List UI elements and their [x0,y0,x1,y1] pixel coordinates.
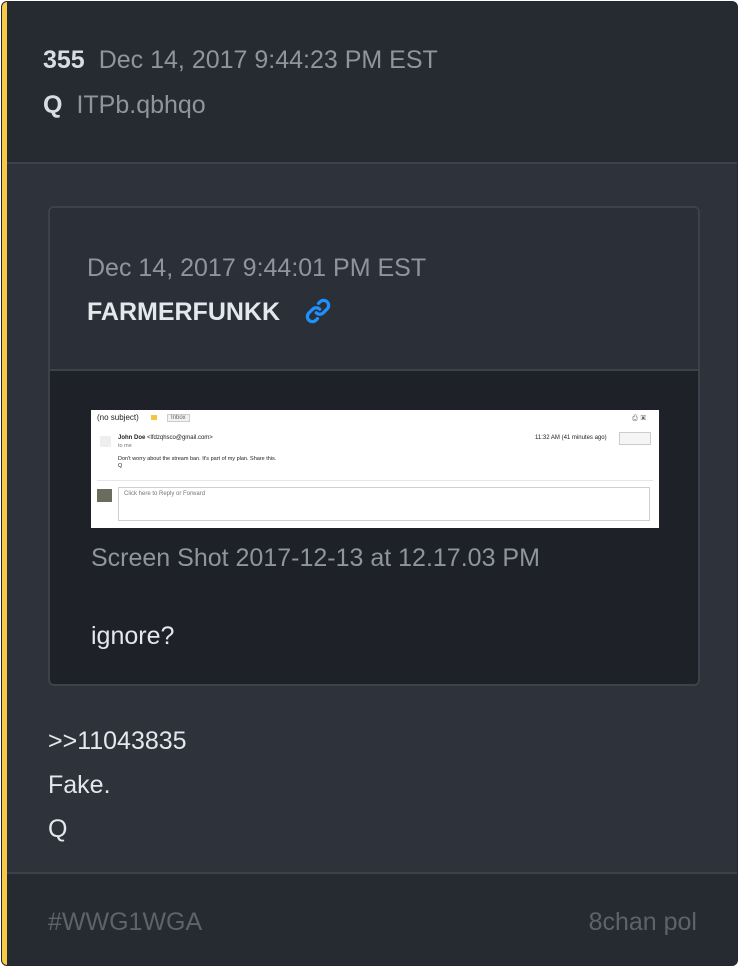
image-caption: Screen Shot 2017-12-13 at 12.17.03 PM [91,544,540,572]
post-source: 8chan pol [588,908,697,936]
quoted-post-author: FARMERFUNKK [87,298,281,326]
email-divider [97,480,653,481]
user-thumbnail [97,489,112,502]
post-author: Q [43,91,63,119]
sender-email: <lfdzqhsco@gmail.com> [147,435,213,441]
post-date: Dec 14, 2017 9:44:23 PM EST [98,46,438,74]
post-header: 355 Dec 14, 2017 9:44:23 PM EST Q ITPb.qbh… [7,2,737,164]
post-tripcode: ITPb.qbhqo [76,91,206,119]
sender-name: John Doe [118,435,146,441]
quoted-post-text: ignore? [91,622,175,650]
post-footer: #WWG1WGA 8chan pol [7,872,737,965]
print-icon: ⎙▣ [632,415,649,422]
post-author-line: Q ITPb.qbhqo [43,91,206,120]
reply-hint: Click here to Reply or Forward [124,491,206,497]
post-text-line: Fake. [48,771,111,799]
hashtag: #WWG1WGA [48,908,203,936]
post-card: 355 Dec 14, 2017 9:44:23 PM EST Q ITPb.qbh… [1,1,738,966]
post-number: 355 [43,46,85,74]
quoted-post-date: Dec 14, 2017 9:44:01 PM EST [87,254,427,282]
post-signature: Q [48,815,68,843]
email-signature: Q [118,463,123,469]
post-meta-line: 355 Dec 14, 2017 9:44:23 PM EST [43,46,438,75]
email-recipient: to me [118,443,132,449]
folder-icon [151,415,157,420]
email-time: 11:32 AM (41 minutes ago) [535,435,607,441]
reply-icon [619,432,651,445]
post-reply-link[interactable]: >>11043835 [48,727,187,756]
email-subject: (no subject) [97,413,139,422]
email-screenshot-image[interactable]: (no subject) Inbox ⎙▣ John Doe <lfdzqhsc… [91,410,659,528]
quoted-post: Dec 14, 2017 9:44:01 PM EST FARMERFUNKK … [48,206,700,686]
email-sender: John Doe <lfdzqhsco@gmail.com> [118,435,213,441]
email-body-line: Don't worry about the stream ban. It's p… [118,456,277,462]
inbox-tag: Inbox [167,414,190,422]
quoted-post-header: Dec 14, 2017 9:44:01 PM EST FARMERFUNKK [50,208,698,371]
email-body: Don't worry about the stream ban. It's p… [118,456,276,470]
sender-avatar [100,436,111,447]
email-reply-box: Click here to Reply or Forward [118,487,650,521]
link-icon[interactable] [303,296,333,326]
